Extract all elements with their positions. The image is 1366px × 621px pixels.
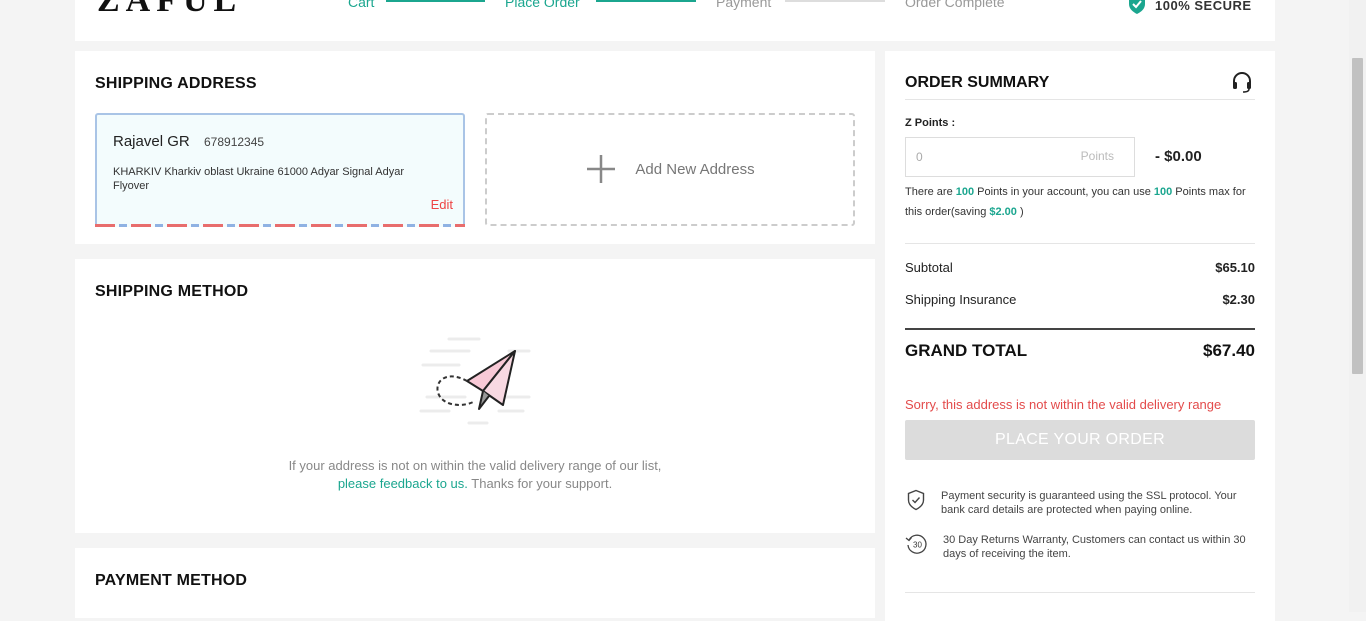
section-title: PAYMENT METHOD (95, 572, 248, 589)
z-points-value: 0 (916, 150, 923, 164)
grand-total-label: GRAND TOTAL (905, 341, 1028, 360)
shield-check-icon (905, 489, 927, 511)
place-order-button[interactable]: PLACE YOUR ORDER (905, 420, 1255, 460)
section-title: SHIPPING ADDRESS (95, 75, 257, 92)
insurance-value: $2.30 (1222, 292, 1255, 307)
delivery-note: If your address is not on within the val… (75, 457, 875, 493)
subtotal-label: Subtotal (905, 260, 953, 275)
order-summary-title: ORDER SUMMARY (905, 74, 1050, 91)
address-name: Rajavel GR (113, 133, 190, 150)
divider (905, 328, 1255, 330)
step-place-order: Place Order (505, 0, 580, 10)
feature-item: Payment security is guaranteed using the… (905, 489, 1255, 517)
insurance-label: Shipping Insurance (905, 292, 1017, 307)
address-phone: 678912345 (204, 135, 265, 149)
info-saving: $2.00 (989, 206, 1017, 218)
info-text: Points in your account, you can use (974, 186, 1154, 198)
checkout-header: ZAFUL Cart Place Order Payment Order Com… (75, 0, 1275, 41)
z-points-label: Z Points : (905, 117, 956, 129)
z-points-input[interactable]: 0 Points (905, 137, 1135, 177)
divider (905, 592, 1255, 593)
subtotal-row: Subtotal $65.10 (905, 260, 1255, 275)
z-points-info: There are 100 Points in your account, yo… (905, 182, 1255, 222)
info-points: 100 (955, 186, 975, 198)
zaful-logo[interactable]: ZAFUL (97, 0, 242, 20)
address-text: KHARKIV Kharkiv oblast Ukraine 61000 Ady… (113, 166, 405, 192)
delivery-note-tail: Thanks for your support. (467, 476, 613, 491)
step-payment: Payment (716, 0, 772, 10)
add-new-address-label: Add New Address (635, 161, 755, 178)
shield-check-icon (1127, 0, 1147, 18)
step-connector (596, 0, 696, 2)
order-summary-panel: ORDER SUMMARY Z Points : 0 Points - $0.0… (885, 51, 1275, 621)
step-connector (785, 0, 885, 2)
step-order-complete: Order Complete (905, 0, 1005, 10)
secure-label: 100% SECURE (1155, 0, 1252, 13)
feature-text: Payment security is guaranteed using the… (941, 490, 1237, 516)
payment-method-panel: PAYMENT METHOD (75, 548, 875, 618)
headset-support-icon[interactable] (1230, 70, 1254, 99)
info-text: There are (905, 186, 956, 198)
address-card[interactable]: Rajavel GR 678912345 KHARKIV Kharkiv obl… (95, 113, 465, 227)
secure-badge: 100% SECURE (1127, 0, 1252, 18)
divider (905, 243, 1255, 244)
section-title: SHIPPING METHOD (95, 283, 249, 300)
airmail-stripe (95, 224, 465, 227)
page-scrollbar[interactable] (1349, 0, 1366, 612)
feature-item: 30 30 Day Returns Warranty, Customers ca… (905, 533, 1255, 561)
step-connector (386, 0, 485, 2)
divider (905, 99, 1255, 100)
grand-total-row: GRAND TOTAL $67.40 (905, 341, 1255, 361)
subtotal-value: $65.10 (1215, 260, 1255, 275)
feature-text: 30 Day Returns Warranty, Customers can c… (943, 534, 1246, 560)
edit-address-link[interactable]: Edit (431, 197, 453, 212)
step-cart: Cart (348, 0, 375, 10)
z-points-discount: - $0.00 (1155, 148, 1202, 165)
add-new-address-button[interactable]: Add New Address (485, 113, 855, 226)
delivery-error-message: Sorry, this address is not within the va… (905, 397, 1222, 412)
info-max-points: 100 (1153, 186, 1173, 198)
svg-text:30: 30 (913, 541, 922, 550)
info-text: ) (1016, 206, 1024, 218)
shipping-address-panel: SHIPPING ADDRESS Rajavel GR 678912345 KH… (75, 51, 875, 244)
plus-icon (585, 153, 617, 186)
insurance-row: Shipping Insurance $2.30 (905, 292, 1255, 307)
delivery-note-line: If your address is not on within the val… (288, 458, 662, 473)
shipping-method-panel: SHIPPING METHOD If your address is not o… (75, 259, 875, 533)
z-points-placeholder: Points (1080, 149, 1114, 163)
feedback-link[interactable]: please feedback to us. (338, 476, 468, 491)
scrollbar-thumb[interactable] (1352, 58, 1363, 374)
paper-plane-icon (419, 335, 531, 434)
30-day-return-icon: 30 (905, 533, 929, 555)
grand-total-value: $67.40 (1203, 341, 1255, 360)
